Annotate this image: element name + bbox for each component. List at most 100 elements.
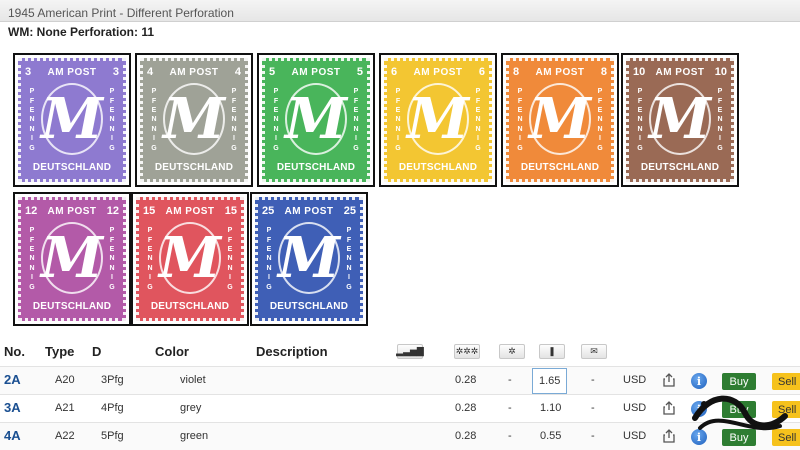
col-description: Description <box>256 344 328 359</box>
stamp-country: DEUTSCHLAND <box>640 161 720 173</box>
row-d: 3Pfg <box>101 374 124 386</box>
stamp-face: 6 AM POST 6 PFENNIG PFENNIG M DEUTSCHLAN… <box>384 58 492 182</box>
row-color: violet <box>180 374 206 386</box>
stamp-image[interactable]: 3 AM POST 3 PFENNIG PFENNIG M DEUTSCHLAN… <box>13 53 131 187</box>
stamp-am-post: AM POST <box>169 66 219 78</box>
stamp-face: 25 AM POST 25 PFENNIG PFENNIG M DEUTSCHL… <box>255 197 363 321</box>
row-mint-price: 0.28 <box>455 430 477 442</box>
stamp-image[interactable]: 10 AM POST 10 PFENNIG PFENNIG M DEUTSCHL… <box>621 53 739 187</box>
share-icon[interactable] <box>663 401 675 415</box>
stamp-value-right: 4 <box>234 66 241 78</box>
row-currency: USD <box>623 402 647 414</box>
info-icon[interactable]: i <box>691 373 707 389</box>
stamp-m-letter: M <box>529 86 591 152</box>
stamp-country: DEUTSCHLAND <box>276 161 356 173</box>
stamp-inner: 10 AM POST 10 PFENNIG PFENNIG M DEUTSCHL… <box>633 65 727 175</box>
stamp-image[interactable]: 4 AM POST 4 PFENNIG PFENNIG M DEUTSCHLAN… <box>135 53 253 187</box>
stamp-am-post: AM POST <box>165 205 215 217</box>
row-fine-price[interactable]: 1.65 <box>532 368 568 394</box>
col-no: No. <box>4 344 25 359</box>
row-color: grey <box>180 402 202 414</box>
stamp-m-letter: M <box>407 86 469 152</box>
page: 1945 American Print - Different Perforat… <box>0 0 800 450</box>
stamp-top-band: 8 AM POST 8 <box>513 65 607 79</box>
stamp-value-left: 5 <box>269 66 276 78</box>
stamp-value-right: 15 <box>224 205 237 217</box>
stamp-inner: 4 AM POST 4 PFENNIG PFENNIG M DEUTSCHLAN… <box>147 65 241 175</box>
stamp-value-right: 8 <box>600 66 607 78</box>
table-row: 4A A22 5Pfg green 0.28 - 0.55 - USD i Bu… <box>0 422 800 450</box>
chart-icon[interactable]: ▂▃▅▇ <box>396 344 424 359</box>
col-color: Color <box>155 344 189 359</box>
stamp-am-post: AM POST <box>291 66 341 78</box>
stamp-country: DEUTSCHLAND <box>150 300 230 312</box>
row-d: 4Pfg <box>101 402 124 414</box>
stamp-top-band: 25 AM POST 25 <box>262 204 356 218</box>
stamp-country: DEUTSCHLAND <box>32 300 112 312</box>
stamp-face: 5 AM POST 5 PFENNIG PFENNIG M DEUTSCHLAN… <box>262 58 370 182</box>
row-used-price: - <box>508 374 512 386</box>
stamp-face: 3 AM POST 3 PFENNIG PFENNIG M DEUTSCHLAN… <box>18 58 126 182</box>
mint-icon[interactable]: ✲✲✲ <box>454 344 480 359</box>
stamp-am-post: AM POST <box>535 66 585 78</box>
stamp-image[interactable]: 25 AM POST 25 PFENNIG PFENNIG M DEUTSCHL… <box>250 192 368 326</box>
row-no[interactable]: 2A <box>4 372 21 387</box>
stamp-value-left: 25 <box>262 205 275 217</box>
stamp-country: DEUTSCHLAND <box>398 161 478 173</box>
col-type: Type <box>45 344 75 359</box>
watermark-perforation-line: WM: None Perforation: 11 <box>8 25 155 39</box>
letter-icon[interactable]: ✉ <box>581 344 607 359</box>
stamp-value-right: 3 <box>112 66 119 78</box>
row-mint-price: 0.28 <box>455 374 477 386</box>
stamp-value-right: 12 <box>106 205 119 217</box>
stamp-top-band: 4 AM POST 4 <box>147 65 241 79</box>
row-letter-price: - <box>591 430 595 442</box>
row-used-price: - <box>508 402 512 414</box>
stamp-image[interactable]: 6 AM POST 6 PFENNIG PFENNIG M DEUTSCHLAN… <box>379 53 497 187</box>
row-fine-price: 1.10 <box>540 402 562 414</box>
table-row: 2A A20 3Pfg violet 0.28 - 1.65 - USD i B… <box>0 366 800 394</box>
used-icon[interactable]: ✲ <box>499 344 525 359</box>
stamp-m-letter: M <box>41 86 103 152</box>
stamp-m-letter: M <box>285 86 347 152</box>
stamp-inner: 15 AM POST 15 PFENNIG PFENNIG M DEUTSCHL… <box>143 204 237 314</box>
watermark-logo <box>692 395 788 431</box>
fine-icon[interactable]: ❚ <box>539 344 565 359</box>
stamp-value-left: 8 <box>513 66 520 78</box>
row-no[interactable]: 4A <box>4 428 21 443</box>
stamp-value-left: 15 <box>143 205 156 217</box>
stamp-country: DEUTSCHLAND <box>269 300 349 312</box>
title-bar: 1945 American Print - Different Perforat… <box>0 0 800 22</box>
stamp-value-left: 12 <box>25 205 38 217</box>
row-no[interactable]: 3A <box>4 400 21 415</box>
stamp-image[interactable]: 5 AM POST 5 PFENNIG PFENNIG M DEUTSCHLAN… <box>257 53 375 187</box>
stamp-top-band: 6 AM POST 6 <box>391 65 485 79</box>
row-type: A21 <box>55 402 75 414</box>
stamp-image[interactable]: 12 AM POST 12 PFENNIG PFENNIG M DEUTSCHL… <box>13 192 131 326</box>
stamp-m-letter: M <box>649 86 711 152</box>
row-d: 5Pfg <box>101 430 124 442</box>
stamp-country: DEUTSCHLAND <box>154 161 234 173</box>
stamp-value-left: 10 <box>633 66 646 78</box>
row-type: A22 <box>55 430 75 442</box>
stamp-value-right: 6 <box>478 66 485 78</box>
share-icon[interactable] <box>663 429 675 443</box>
stamp-value-right: 5 <box>356 66 363 78</box>
stamp-face: 4 AM POST 4 PFENNIG PFENNIG M DEUTSCHLAN… <box>140 58 248 182</box>
row-letter-price: - <box>591 402 595 414</box>
stamp-top-band: 12 AM POST 12 <box>25 204 119 218</box>
stamp-am-post: AM POST <box>47 66 97 78</box>
stamp-m-letter: M <box>278 225 340 291</box>
stamp-value-right: 25 <box>343 205 356 217</box>
share-icon[interactable] <box>663 373 675 387</box>
stamp-value-left: 3 <box>25 66 32 78</box>
stamp-top-band: 3 AM POST 3 <box>25 65 119 79</box>
row-color: green <box>180 430 209 442</box>
stamp-image[interactable]: 15 AM POST 15 PFENNIG PFENNIG M DEUTSCHL… <box>131 192 249 326</box>
stamp-am-post: AM POST <box>284 205 334 217</box>
stamp-m-letter: M <box>163 86 225 152</box>
row-used-price: - <box>508 430 512 442</box>
stamp-image[interactable]: 8 AM POST 8 PFENNIG PFENNIG M DEUTSCHLAN… <box>501 53 619 187</box>
stamp-inner: 5 AM POST 5 PFENNIG PFENNIG M DEUTSCHLAN… <box>269 65 363 175</box>
table-row: 3A A21 4Pfg grey 0.28 - 1.10 - USD i Buy… <box>0 394 800 422</box>
